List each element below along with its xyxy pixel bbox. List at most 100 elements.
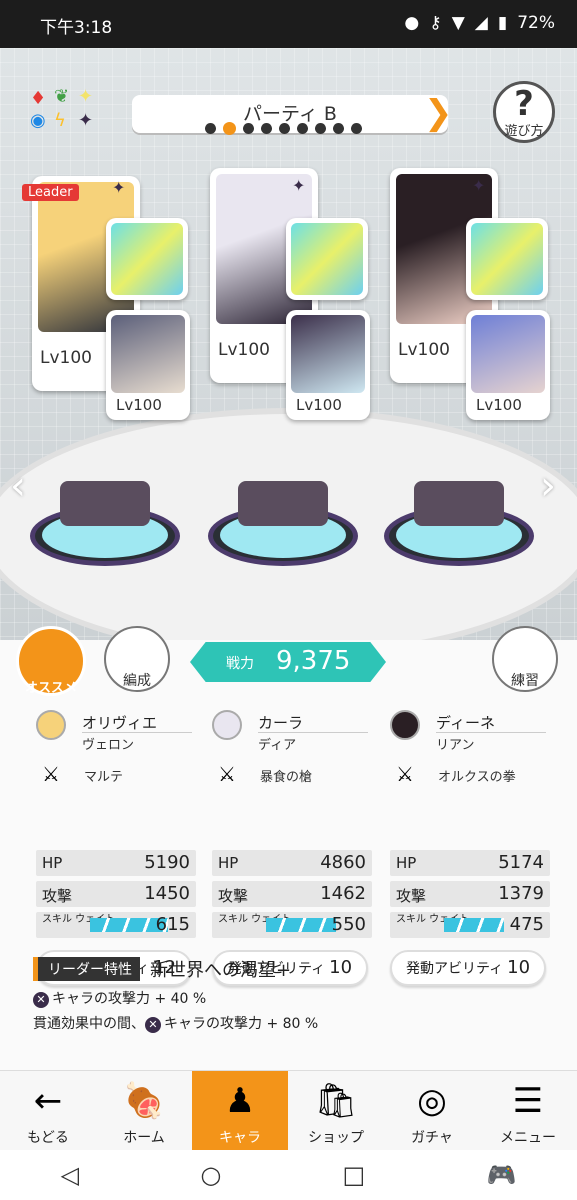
hp-label: HP <box>42 854 63 872</box>
key-icon: ⚷ <box>429 13 442 33</box>
status-icons: ● ⚷ ▼ ◢ ▮ 72% <box>404 13 555 33</box>
nav-label: ガチャ <box>411 1130 453 1146</box>
question-icon: ? <box>514 84 534 124</box>
bottom-nav: ← もどる 🍖 ホーム ♟ キャラ 🛍 ショップ ◎ ガチャ ☰ メニュー <box>0 1070 577 1151</box>
party-platform-1 <box>30 446 180 566</box>
page-dot[interactable] <box>243 123 254 134</box>
gamepad-icon[interactable]: 🎮 <box>486 1161 516 1189</box>
page-dot[interactable] <box>351 123 362 134</box>
effect-condition: 貫通効果中の間、 <box>33 1016 145 1032</box>
wait-bar <box>266 918 336 932</box>
wait-row: スキル ウェイト 550 <box>212 912 372 938</box>
page-dot[interactable] <box>261 123 272 134</box>
back-arrow-icon: ← <box>33 1081 63 1121</box>
companion-name: ディア <box>258 738 297 753</box>
page-dot[interactable] <box>297 123 308 134</box>
atk-row: 攻撃 1462 <box>212 881 372 907</box>
page-dot[interactable] <box>279 123 290 134</box>
weapon-slot-1[interactable] <box>106 218 188 300</box>
leaf-element-icon: ❦ <box>54 86 70 107</box>
page-dot[interactable] <box>315 123 326 134</box>
hp-value: 5190 <box>144 852 190 873</box>
formation-button[interactable]: 編成 <box>104 626 170 692</box>
page-dot[interactable] <box>333 123 344 134</box>
hp-row: HP 5174 <box>390 850 550 876</box>
power-value: 9,375 <box>276 646 351 676</box>
status-bar: 下午3:18 ● ⚷ ▼ ◢ ▮ 72% <box>0 0 577 48</box>
next-party-button[interactable]: ❯ <box>424 95 453 131</box>
water-element-icon: ◉ <box>30 110 46 131</box>
nav-label: メニュー <box>500 1130 556 1146</box>
party-page-dots[interactable] <box>205 122 362 135</box>
party-power: 戦力 9,375 <box>190 642 386 682</box>
gacha-icon: ◎ <box>417 1081 447 1121</box>
atk-value: 1379 <box>498 883 544 904</box>
leader-badge: Leader <box>22 184 79 201</box>
nav-label: キャラ <box>219 1130 261 1146</box>
companion-name: ヴェロン <box>82 738 135 753</box>
party-platform-3 <box>384 446 534 566</box>
power-label: 戦力 <box>226 656 254 672</box>
formation-label: 編成 <box>123 673 151 689</box>
weapon-name: 暴食の槍 <box>260 770 313 785</box>
companion-card-2[interactable]: Lv100 <box>286 310 370 420</box>
hp-value: 4860 <box>320 852 366 873</box>
nav-back-arrow[interactable]: ← もどる <box>0 1071 96 1151</box>
weapon-icon: ⚔ <box>42 762 60 786</box>
character-name: カーラ <box>258 714 304 732</box>
companion-level: Lv100 <box>476 396 522 414</box>
nav-label: もどる <box>27 1130 69 1146</box>
atk-row: 攻撃 1450 <box>36 881 196 907</box>
atk-row: 攻撃 1379 <box>390 881 550 907</box>
dark-element-icon: ✕ <box>145 1017 161 1033</box>
spear-icon <box>291 223 363 295</box>
staff-icon <box>111 223 183 295</box>
character-icon: ♟ <box>224 1081 256 1121</box>
system-nav: ◁ ○ □ 🎮 <box>0 1150 577 1200</box>
nav-character[interactable]: ♟ キャラ <box>192 1071 288 1151</box>
weapon-slot-3[interactable] <box>466 218 548 300</box>
recommend-button[interactable]: オススメ <box>16 626 86 696</box>
page-dot[interactable] <box>205 123 216 134</box>
character-avatar <box>212 710 242 740</box>
dark-element-icon: ✕ <box>33 992 49 1008</box>
help-button[interactable]: ? 遊び方 <box>493 81 555 143</box>
scroll-right-button[interactable]: › <box>540 463 556 509</box>
battery-level: 72% <box>517 13 555 33</box>
nav-gacha[interactable]: ◎ ガチャ <box>384 1071 480 1151</box>
recommend-label: オススメ <box>24 681 77 696</box>
hp-value: 5174 <box>498 852 544 873</box>
leader-skill-title: 新世界への渇望+ <box>150 960 292 981</box>
nav-menu[interactable]: ☰ メニュー <box>480 1071 576 1151</box>
wait-value: 550 <box>331 914 366 935</box>
wait-row: スキル ウェイト 615 <box>36 912 196 938</box>
status-time: 下午3:18 <box>40 18 113 38</box>
leader-effect-1: ✕ キャラの攻撃力 + 40 % <box>33 988 206 1008</box>
nav-home[interactable]: 🍖 ホーム <box>96 1071 192 1151</box>
scroll-left-button[interactable]: ‹ <box>10 463 26 509</box>
battery-icon: ▮ <box>497 13 508 33</box>
page-dot[interactable] <box>223 122 236 135</box>
companion-name: リアン <box>436 738 475 753</box>
wait-value: 615 <box>155 914 190 935</box>
fist-icon <box>471 223 543 295</box>
home-circle-icon[interactable]: ○ <box>200 1161 221 1189</box>
dark-element-icon: ✦ <box>472 176 486 195</box>
dark-element-icon: ✦ <box>112 178 126 197</box>
back-icon[interactable]: ◁ <box>61 1161 79 1189</box>
recents-icon[interactable]: □ <box>343 1161 366 1189</box>
element-icons: ♦ ❦ ✦ ◉ ϟ ✦ <box>26 86 106 136</box>
companion-card-1[interactable]: Lv100 <box>106 310 190 420</box>
wait-bar <box>444 918 504 932</box>
weapon-name: オルクスの拳 <box>438 770 516 785</box>
practice-button[interactable]: 練習 <box>492 626 558 692</box>
companion-portrait <box>291 315 365 393</box>
companion-card-3[interactable]: Lv100 <box>466 310 550 420</box>
character-name: オリヴィエ <box>82 714 158 732</box>
dot-icon: ● <box>404 13 420 33</box>
hp-row: HP 5190 <box>36 850 196 876</box>
nav-shop[interactable]: 🛍 ショップ <box>288 1071 384 1151</box>
ability-button[interactable]: 発動アビリティ 10 <box>390 950 546 986</box>
character-level: Lv100 <box>40 348 92 368</box>
weapon-slot-2[interactable] <box>286 218 368 300</box>
